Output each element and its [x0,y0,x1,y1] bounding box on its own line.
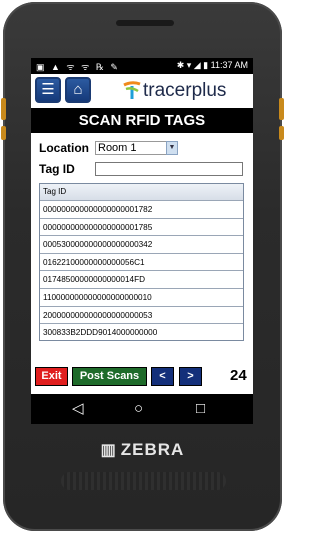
table-row[interactable]: 200000000000000000000053 [40,307,243,325]
tracerplus-logo-icon [123,81,141,99]
table-row[interactable]: 300833B2DDD9014000000000 [40,324,243,342]
table-row[interactable]: 01622100000000000056C1 [40,254,243,272]
home-button[interactable]: ⌂ [65,77,91,103]
menu-button[interactable]: ☰ [35,77,61,103]
status-icons-left: ▣ ▲ ᯤ ᯤ ℞ ✎ [36,62,120,72]
table-row[interactable]: 01748500000000000014FD [40,271,243,289]
recents-icon[interactable]: □ [196,400,205,418]
table-header-tagid[interactable]: Tag ID [40,184,243,201]
zebra-brand-text: ZEBRA [120,440,185,459]
status-icons-right: ✱ ▾ ◢ ▮ 11:37 AM [177,60,248,71]
zebra-logo: ▥ ZEBRA [3,440,282,460]
app-header: ☰ ⌂ tracerplus [31,74,253,108]
table-row[interactable]: 000000000000000000001785 [40,219,243,237]
prev-page-button[interactable]: < [151,367,174,386]
tagid-input[interactable] [95,162,243,176]
back-icon[interactable]: ◁ [72,400,84,418]
earpiece [116,20,174,26]
scan-count: 24 [230,367,247,384]
screen: ▣ ▲ ᯤ ᯤ ℞ ✎ ✱ ▾ ◢ ▮ 11:37 AM ☰ ⌂ tracerp… [31,58,253,424]
tagid-label: Tag ID [39,162,75,176]
zebra-mark-icon: ▥ [100,442,117,459]
android-nav-bar: ◁ ○ □ [31,394,253,424]
table-row[interactable]: 000530000000000000000342 [40,236,243,254]
post-scans-button[interactable]: Post Scans [72,367,147,386]
home-circle-icon[interactable]: ○ [134,400,143,418]
status-system-icons: ✱ ▾ ◢ ▮ [176,60,209,70]
status-time: 11:37 AM [210,60,248,70]
status-bar: ▣ ▲ ᯤ ᯤ ℞ ✎ ✱ ▾ ◢ ▮ 11:37 AM [31,58,253,74]
exit-button[interactable]: Exit [35,367,68,386]
bottom-speaker-grille [61,472,226,490]
location-select[interactable]: Room 1 ▼ [95,141,178,155]
menu-icon: ☰ [41,81,55,98]
side-button-right-2 [279,126,284,140]
tags-table[interactable]: Tag ID 000000000000000000001782 00000000… [39,183,244,341]
side-button-right [279,98,284,120]
location-value: Room 1 [98,142,137,154]
page-title: SCAN RFID TAGS [31,108,253,133]
table-row[interactable]: 000000000000000000001782 [40,201,243,219]
next-page-button[interactable]: > [179,367,202,386]
location-label: Location [39,141,89,155]
home-icon: ⌂ [73,81,83,98]
app-brand-name: tracerplus [143,80,227,101]
side-button-left-2 [1,126,6,140]
table-row[interactable]: 110000000000000000000010 [40,289,243,307]
side-button-left [1,98,6,120]
chevron-down-icon[interactable]: ▼ [166,141,178,155]
